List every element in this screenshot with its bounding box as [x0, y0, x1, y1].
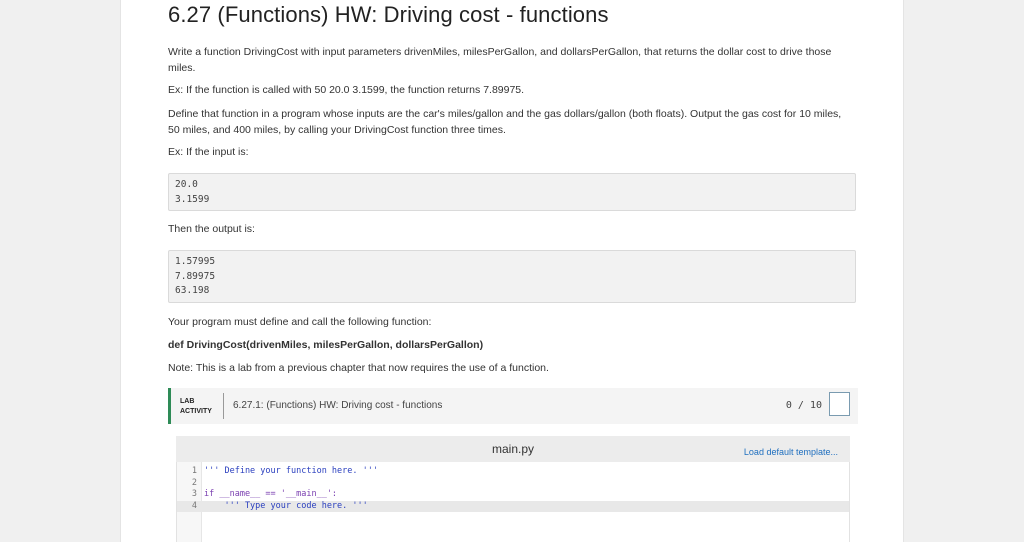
input-intro-text: Ex: If the input is: [168, 146, 249, 158]
lab-title: 6.27.1: (Functions) HW: Driving cost - f… [233, 400, 443, 411]
output-intro-text: Then the output is: [168, 223, 255, 235]
define-text: Define that function in a program whose … [168, 108, 842, 136]
output-line: 1.57995 [175, 256, 216, 267]
code-line[interactable]: 1 ''' Define your function here. ''' [177, 466, 849, 478]
load-default-template-link[interactable]: Load default template... [744, 447, 838, 457]
code-editor[interactable]: 1 ''' Define your function here. ''' 2 3… [176, 462, 850, 542]
note-text: Note: This is a lab from a previous chap… [168, 362, 549, 374]
editor-header: main.py Load default template... [176, 436, 850, 462]
input-line: 20.0 [175, 179, 198, 190]
line-number: 3 [191, 489, 197, 499]
completion-checkbox[interactable] [829, 392, 850, 416]
example-text: Ex: If the function is called with 50 20… [168, 84, 525, 96]
input-line: 3.1599 [175, 193, 210, 205]
line-number: 2 [191, 477, 197, 488]
lab-activity-bar: LAB ACTIVITY 6.27.1: (Functions) HW: Dri… [168, 388, 858, 424]
line-number: 1 [191, 466, 197, 476]
lab-tag-line1: LAB [180, 398, 195, 405]
intro-text: Write a function DrivingCost with input … [168, 46, 832, 74]
lab-score: 0 / 10 [785, 400, 822, 411]
output-line: 63.198 [175, 285, 210, 296]
function-signature: def DrivingCost(drivenMiles, milesPerGal… [168, 339, 484, 351]
code-line[interactable]: 3 if __name__ == '__main__': [177, 489, 849, 501]
output-example-block: 1.57995 7.89975 63.198 [168, 250, 856, 303]
lab-activity-tag: LAB ACTIVITY [180, 397, 212, 417]
must-define-text: Your program must define and call the fo… [168, 316, 432, 328]
output-line: 7.89975 [175, 270, 216, 282]
lab-divider [223, 393, 224, 419]
code-line-active[interactable]: 4 ''' Type your code here. ''' [177, 500, 849, 513]
code-text[interactable]: ''' Define your function here. ''' [204, 466, 378, 478]
line-number: 4 [191, 500, 197, 511]
lab-tag-line2: ACTIVITY [180, 408, 212, 415]
input-example-block: 20.0 3.1599 [168, 173, 856, 211]
code-text[interactable]: if __name__ == '__main__': [204, 489, 337, 501]
page-title: 6.27 (Functions) HW: Driving cost - func… [168, 2, 609, 27]
code-line[interactable]: 2 [177, 478, 849, 490]
code-text[interactable]: ''' Type your code here. ''' [204, 501, 367, 513]
